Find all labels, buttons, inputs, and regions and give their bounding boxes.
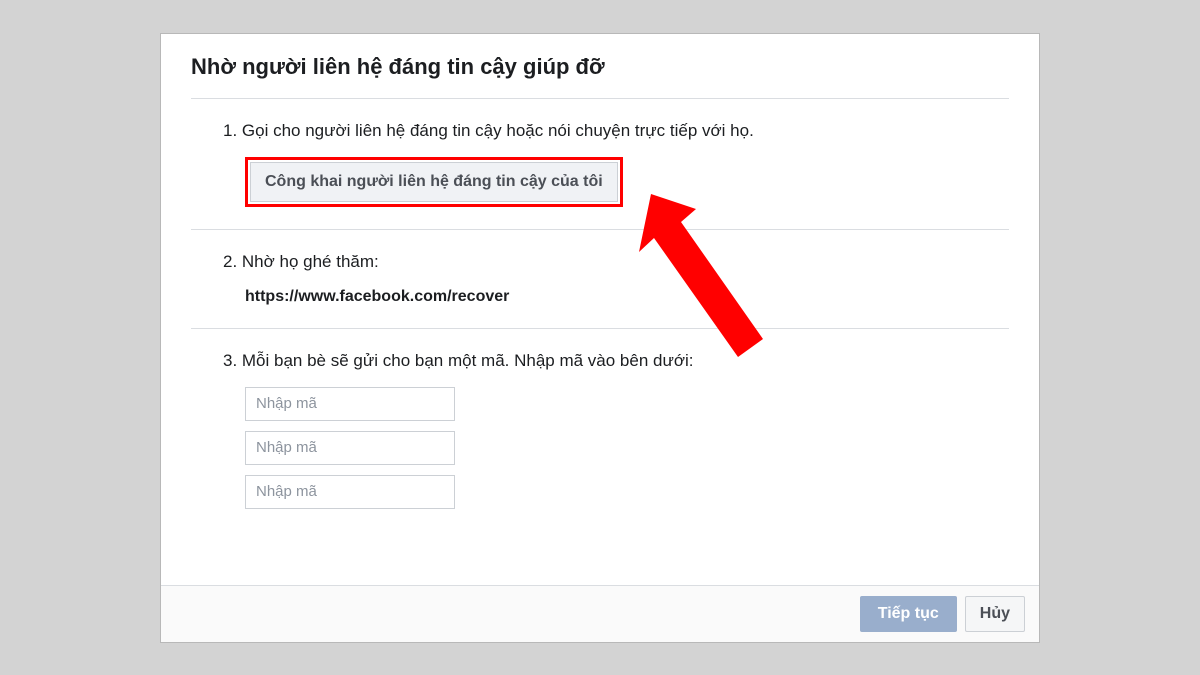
code-inputs-group: [245, 387, 1009, 509]
reveal-trusted-contacts-button[interactable]: Công khai người liên hệ đáng tin cậy của…: [250, 162, 618, 202]
step-3-section: 3. Mỗi bạn bè sẽ gửi cho bạn một mã. Nhậ…: [191, 329, 1009, 531]
trusted-contacts-dialog: Nhờ người liên hệ đáng tin cậy giúp đỡ 1…: [160, 33, 1040, 643]
code-input-2[interactable]: [245, 431, 455, 465]
code-input-1[interactable]: [245, 387, 455, 421]
step-3-text: 3. Mỗi bạn bè sẽ gửi cho bạn một mã. Nhậ…: [223, 351, 1009, 371]
recover-url: https://www.facebook.com/recover: [245, 288, 1009, 306]
step-2-section: 2. Nhờ họ ghé thăm: https://www.facebook…: [191, 230, 1009, 329]
step-2-text: 2. Nhờ họ ghé thăm:: [223, 252, 1009, 272]
dialog-title: Nhờ người liên hệ đáng tin cậy giúp đỡ: [191, 54, 1009, 99]
step-1-section: 1. Gọi cho người liên hệ đáng tin cậy ho…: [191, 99, 1009, 230]
dialog-body: Nhờ người liên hệ đáng tin cậy giúp đỡ 1…: [161, 34, 1039, 551]
cancel-button[interactable]: Hủy: [965, 596, 1025, 632]
step-1-text: 1. Gọi cho người liên hệ đáng tin cậy ho…: [223, 121, 1009, 141]
highlight-box: Công khai người liên hệ đáng tin cậy của…: [245, 157, 623, 207]
code-input-3[interactable]: [245, 475, 455, 509]
continue-button[interactable]: Tiếp tục: [860, 596, 957, 632]
dialog-footer: Tiếp tục Hủy: [161, 585, 1039, 642]
